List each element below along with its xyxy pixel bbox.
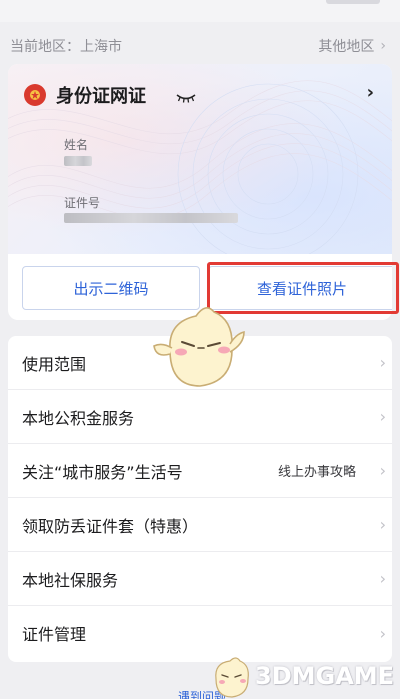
list-item-follow-city-service[interactable]: 关注“城市服务”生活号 线上办事攻略 ›: [8, 444, 392, 498]
chevron-right-icon: ›: [379, 407, 386, 426]
region-row: 当前地区：上海市 其他地区 ›: [0, 30, 400, 58]
id-card-page: 当前地区：上海市 其他地区 › 身份证网证 › 姓名 证件号 出示二维码 查看证…: [0, 0, 400, 699]
name-label: 姓名: [64, 138, 89, 152]
card-title: 身份证网证: [56, 86, 146, 107]
list-item-social-security[interactable]: 本地社保服务 ›: [8, 552, 392, 606]
show-qr-code-label: 出示二维码: [73, 279, 149, 298]
chevron-right-icon: ›: [379, 461, 386, 480]
list-item-hint: 线上办事攻略: [277, 465, 356, 480]
name-value-redacted: [64, 156, 92, 166]
other-region-label: 其他地区: [318, 39, 375, 55]
id-number-value-redacted: [64, 213, 238, 223]
id-number-label: 证件号: [64, 196, 101, 210]
watermark-mascot-icon: [206, 655, 256, 699]
list-item-label: 本地公积金服务: [22, 408, 135, 428]
national-emblem-icon: [24, 84, 46, 106]
chevron-right-icon: ›: [379, 515, 386, 534]
eye-closed-icon[interactable]: [176, 88, 196, 107]
id-card: 身份证网证 › 姓名 证件号 出示二维码 查看证件照片: [8, 64, 392, 320]
header-strip: [0, 0, 400, 22]
chevron-right-icon: ›: [380, 38, 386, 54]
current-region-label: 当前地区：上海市: [10, 39, 122, 55]
list-item-label: 本地社保服务: [22, 570, 119, 590]
other-region-link[interactable]: 其他地区 ›: [318, 36, 386, 56]
watermark-text: 3DMGAME: [255, 662, 395, 690]
list-item-label: 使用范围: [22, 354, 87, 374]
chevron-right-icon: ›: [379, 623, 386, 643]
chevron-right-icon: ›: [379, 569, 386, 588]
chevron-right-icon: ›: [379, 353, 386, 372]
mascot-icon: [148, 302, 248, 398]
header-cut-item: [326, 0, 380, 4]
list-item-label: 证件管理: [22, 625, 87, 644]
list-item-housing-fund[interactable]: 本地公积金服务 ›: [8, 390, 392, 444]
list-item-id-cover[interactable]: 领取防丢证件套（特惠） ›: [8, 498, 392, 552]
list-item-label: 关注“城市服务”生活号: [22, 462, 183, 482]
view-id-photo-label: 查看证件照片: [256, 279, 347, 298]
list-item-label: 领取防丢证件套（特惠）: [22, 516, 199, 536]
card-chevron-right-icon[interactable]: ›: [367, 82, 374, 103]
list-item-id-management[interactable]: 证件管理 ›: [8, 606, 392, 660]
